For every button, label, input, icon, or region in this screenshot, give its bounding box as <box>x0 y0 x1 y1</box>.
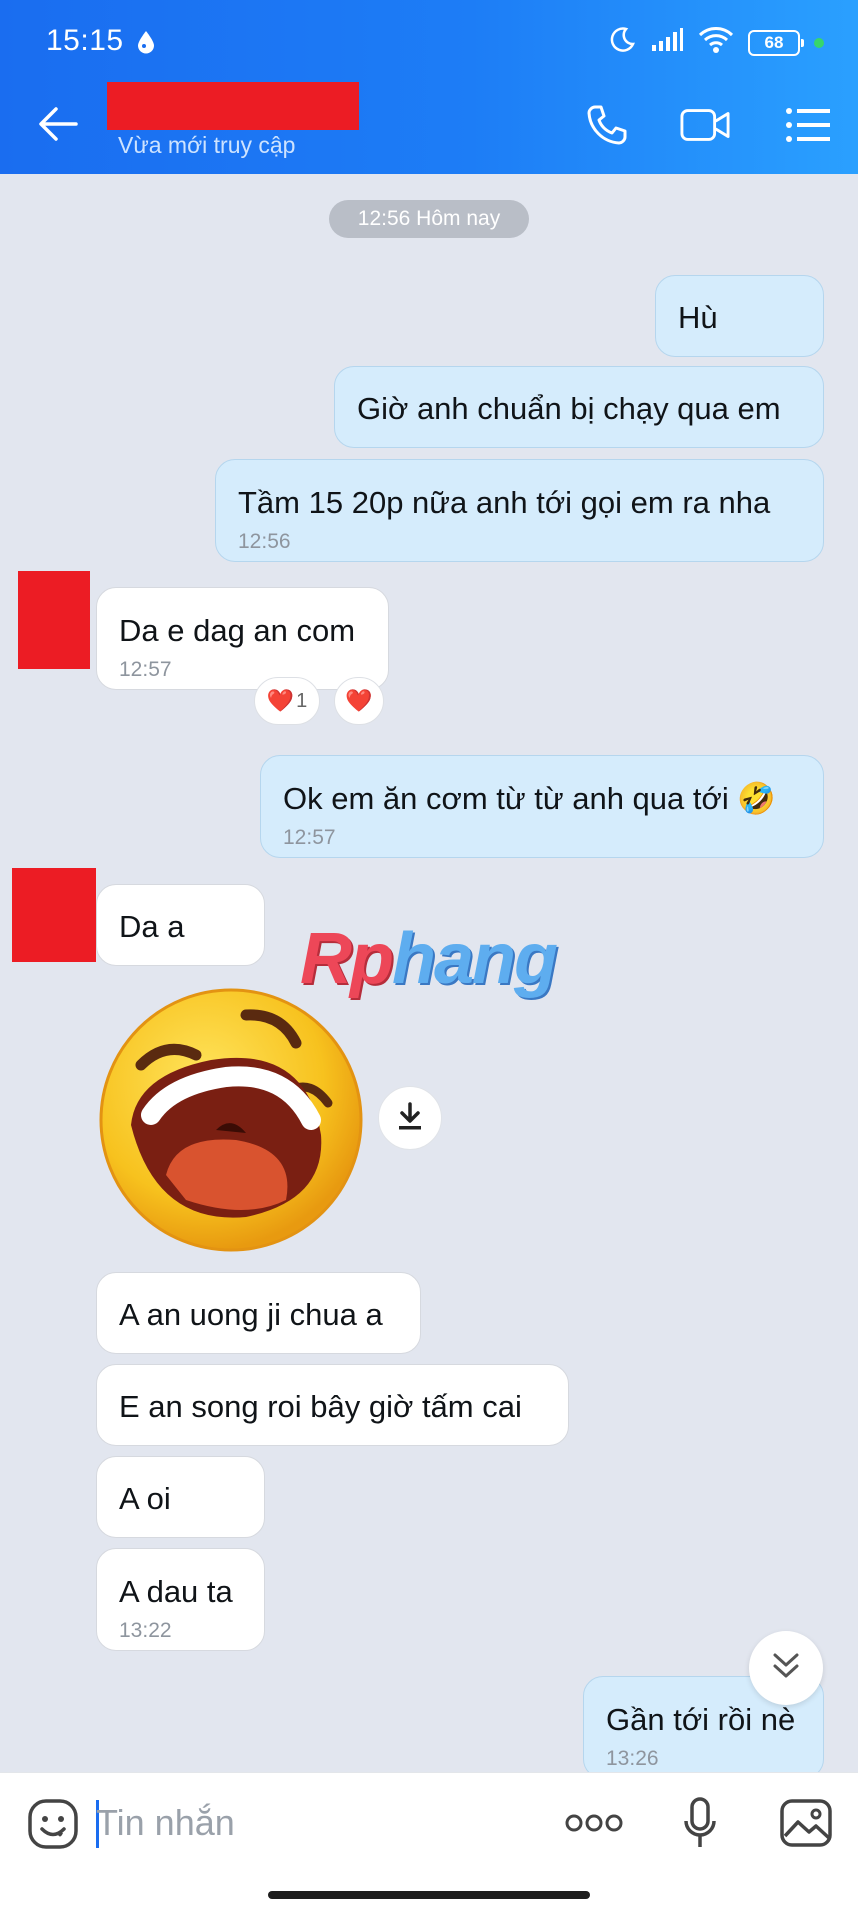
message-time: 12:57 <box>119 658 172 681</box>
message-bubble-received[interactable]: Da e dag an com 12:57 <box>96 587 389 690</box>
contact-avatar-redacted[interactable] <box>18 571 90 669</box>
heart-icon: ❤️ <box>345 688 373 713</box>
message-bubble-received[interactable]: A dau ta 13:22 <box>96 1548 265 1651</box>
message-bubble-received[interactable]: A an uong ji chua a <box>96 1272 421 1354</box>
message-text: Gần tới rồi nè <box>606 1702 796 1737</box>
message-text: A dau ta <box>119 1574 233 1609</box>
moon-icon <box>608 26 636 59</box>
signal-icon <box>650 28 684 57</box>
reaction-count: 1 <box>296 689 308 712</box>
message-bubble-sent[interactable]: Giờ anh chuẩn bị chạy qua em <box>334 366 824 448</box>
message-text: Tầm 15 20p nữa anh tới gọi em ra nha <box>238 485 771 520</box>
message-time: 12:57 <box>283 826 336 849</box>
message-time: 13:22 <box>119 1619 172 1642</box>
emoji-sticker-icon[interactable] <box>24 1795 82 1853</box>
message-bubble-sent[interactable]: Hù <box>655 275 824 357</box>
message-bubble-received[interactable]: A oi <box>96 1456 265 1538</box>
contact-name-redacted[interactable] <box>107 82 359 130</box>
back-arrow-icon[interactable] <box>34 100 82 148</box>
scroll-to-bottom-button[interactable] <box>749 1631 823 1705</box>
message-time: 12:56 <box>238 530 291 553</box>
status-time: 15:15 <box>46 24 124 57</box>
message-text: A oi <box>119 1481 171 1516</box>
message-text: Hù <box>678 300 718 335</box>
message-input[interactable] <box>96 1798 516 1848</box>
video-call-icon[interactable] <box>680 100 730 150</box>
battery-indicator: 68 <box>748 29 804 56</box>
add-reaction-button[interactable]: ❤️ <box>334 677 384 725</box>
double-chevron-down-icon <box>769 1649 803 1688</box>
message-text: A an uong ji chua a <box>119 1297 383 1332</box>
message-text: Ok em ăn cơm từ từ anh qua tới 🤣 <box>283 781 776 816</box>
laughing-sticker-image[interactable] <box>96 985 366 1255</box>
download-button[interactable] <box>378 1086 442 1150</box>
message-input-bar <box>0 1772 858 1908</box>
chat-screen: 15:15 68 Vừa mới truy cập 12:56 Hôm nay … <box>0 0 858 1908</box>
chat-header: 15:15 68 Vừa mới truy cập <box>0 0 858 174</box>
reaction-summary[interactable]: ❤️ 1 <box>254 677 320 725</box>
message-text: Da e dag an com <box>119 613 356 648</box>
message-bubble-sent[interactable]: Tầm 15 20p nữa anh tới gọi em ra nha 12:… <box>215 459 824 562</box>
wifi-icon <box>698 26 734 59</box>
message-bubble-received[interactable]: E an song roi bây giờ tấm cai <box>96 1364 569 1446</box>
home-indicator[interactable] <box>268 1891 590 1899</box>
image-gallery-icon[interactable] <box>776 1793 836 1853</box>
microphone-icon[interactable] <box>672 1793 728 1853</box>
message-time: 13:26 <box>606 1747 659 1770</box>
message-text: E an song roi bây giờ tấm cai <box>119 1389 522 1424</box>
menu-list-icon[interactable] <box>783 100 833 150</box>
phone-call-icon[interactable] <box>582 100 632 150</box>
download-icon <box>397 1101 423 1136</box>
more-options-icon[interactable] <box>564 1803 624 1843</box>
contact-avatar-redacted[interactable] <box>12 868 96 962</box>
heart-reaction-icon: ❤️ <box>266 688 295 713</box>
water-drop-icon <box>136 30 156 59</box>
green-dot-indicator <box>814 37 824 48</box>
last-seen-status: Vừa mới truy cập <box>118 132 296 158</box>
date-separator: 12:56 Hôm nay <box>329 200 529 238</box>
message-bubble-received[interactable]: Da a <box>96 884 265 966</box>
message-text: Da a <box>119 909 185 944</box>
message-bubble-sent[interactable]: Ok em ăn cơm từ từ anh qua tới 🤣 12:57 <box>260 755 824 858</box>
message-text: Giờ anh chuẩn bị chạy qua em <box>357 391 781 426</box>
status-icons: 68 <box>608 26 824 59</box>
